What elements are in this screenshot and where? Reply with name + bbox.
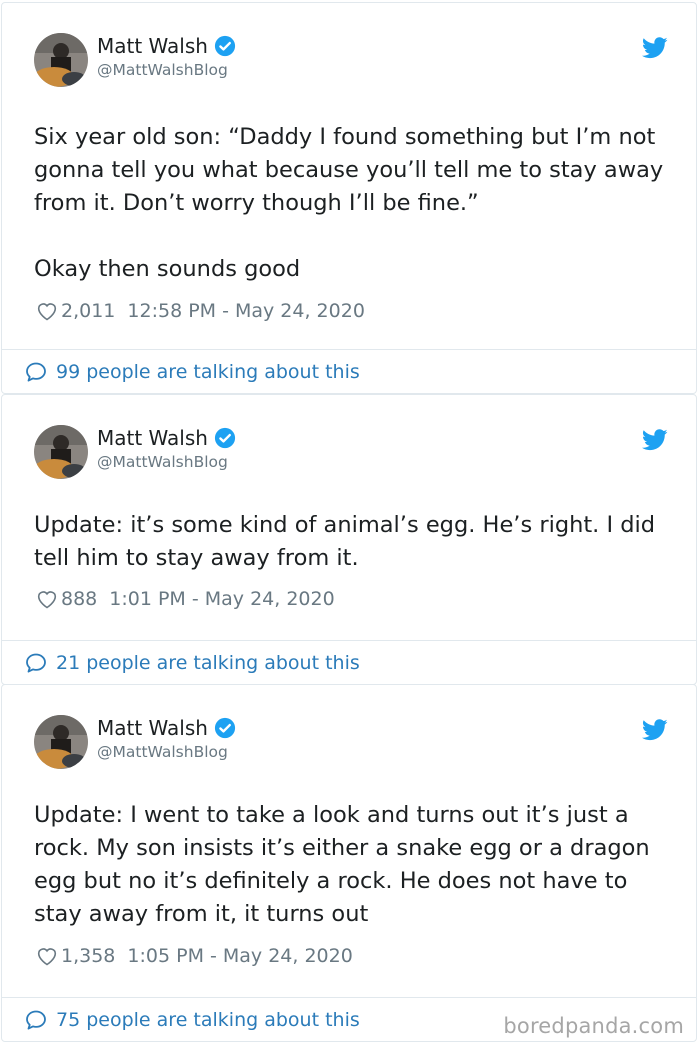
tweet-card: Matt Walsh @MattWalshBlog Update: it’s s… bbox=[1, 394, 697, 685]
like-count[interactable]: 888 bbox=[61, 588, 97, 610]
speech-bubble-icon bbox=[24, 360, 48, 384]
verified-badge-icon bbox=[214, 35, 236, 57]
tweet-body: Matt Walsh @MattWalshBlog Update: I went… bbox=[2, 685, 696, 997]
tweet-timestamp[interactable]: 1:01 PM - May 24, 2020 bbox=[109, 588, 334, 610]
tweet-text: Update: I went to take a look and turns … bbox=[34, 802, 657, 927]
author-name-row[interactable]: Matt Walsh bbox=[97, 716, 236, 740]
author-name-row[interactable]: Matt Walsh bbox=[97, 426, 236, 450]
tweet-body: Matt Walsh @MattWalshBlog Six year old s… bbox=[2, 3, 696, 349]
author-name-row[interactable]: Matt Walsh bbox=[97, 34, 236, 58]
heart-icon[interactable] bbox=[35, 944, 59, 968]
tweet-author: Matt Walsh @MattWalshBlog bbox=[97, 716, 236, 762]
talking-about-link[interactable]: 21 people are talking about this bbox=[2, 640, 696, 684]
author-name[interactable]: Matt Walsh bbox=[97, 716, 208, 740]
tweet-author: Matt Walsh @MattWalshBlog bbox=[97, 34, 236, 80]
author-handle[interactable]: @MattWalshBlog bbox=[97, 60, 236, 80]
tweet-text: Six year old son: “Daddy I found somethi… bbox=[34, 124, 664, 282]
tweet-card: Matt Walsh @MattWalshBlog Six year old s… bbox=[1, 2, 697, 394]
tweet-body: Matt Walsh @MattWalshBlog Update: it’s s… bbox=[2, 395, 696, 640]
speech-bubble-icon bbox=[24, 651, 48, 675]
tweet-author: Matt Walsh @MattWalshBlog bbox=[97, 426, 236, 472]
author-name[interactable]: Matt Walsh bbox=[97, 426, 208, 450]
talking-about-link[interactable]: 99 people are talking about this bbox=[2, 349, 696, 393]
heart-icon[interactable] bbox=[35, 587, 59, 611]
tweet-timestamp[interactable]: 12:58 PM - May 24, 2020 bbox=[127, 300, 365, 322]
boredpanda-watermark: boredpanda.com bbox=[503, 1014, 684, 1038]
talking-about-text[interactable]: 99 people are talking about this bbox=[56, 361, 360, 383]
tweet-meta: 2,011 12:58 PM - May 24, 2020 bbox=[35, 299, 365, 323]
speech-bubble-icon bbox=[24, 1008, 48, 1032]
twitter-bird-icon[interactable] bbox=[641, 37, 668, 59]
twitter-bird-icon[interactable] bbox=[641, 429, 668, 451]
verified-badge-icon bbox=[214, 717, 236, 739]
avatar[interactable] bbox=[34, 425, 88, 479]
like-count[interactable]: 1,358 bbox=[61, 945, 115, 967]
tweet-timestamp[interactable]: 1:05 PM - May 24, 2020 bbox=[127, 945, 352, 967]
author-name[interactable]: Matt Walsh bbox=[97, 34, 208, 58]
talking-about-text[interactable]: 21 people are talking about this bbox=[56, 652, 360, 674]
author-handle[interactable]: @MattWalshBlog bbox=[97, 742, 236, 762]
avatar[interactable] bbox=[34, 33, 88, 87]
avatar[interactable] bbox=[34, 715, 88, 769]
twitter-bird-icon[interactable] bbox=[641, 719, 668, 741]
tweet-meta: 888 1:01 PM - May 24, 2020 bbox=[35, 587, 335, 611]
tweet-meta: 1,358 1:05 PM - May 24, 2020 bbox=[35, 944, 353, 968]
talking-about-text[interactable]: 75 people are talking about this bbox=[56, 1009, 360, 1031]
heart-icon[interactable] bbox=[35, 299, 59, 323]
like-count[interactable]: 2,011 bbox=[61, 300, 115, 322]
tweet-text: Update: it’s some kind of animal’s egg. … bbox=[34, 512, 663, 571]
verified-badge-icon bbox=[214, 427, 236, 449]
author-handle[interactable]: @MattWalshBlog bbox=[97, 452, 236, 472]
tweet-card: Matt Walsh @MattWalshBlog Update: I went… bbox=[1, 684, 697, 1042]
